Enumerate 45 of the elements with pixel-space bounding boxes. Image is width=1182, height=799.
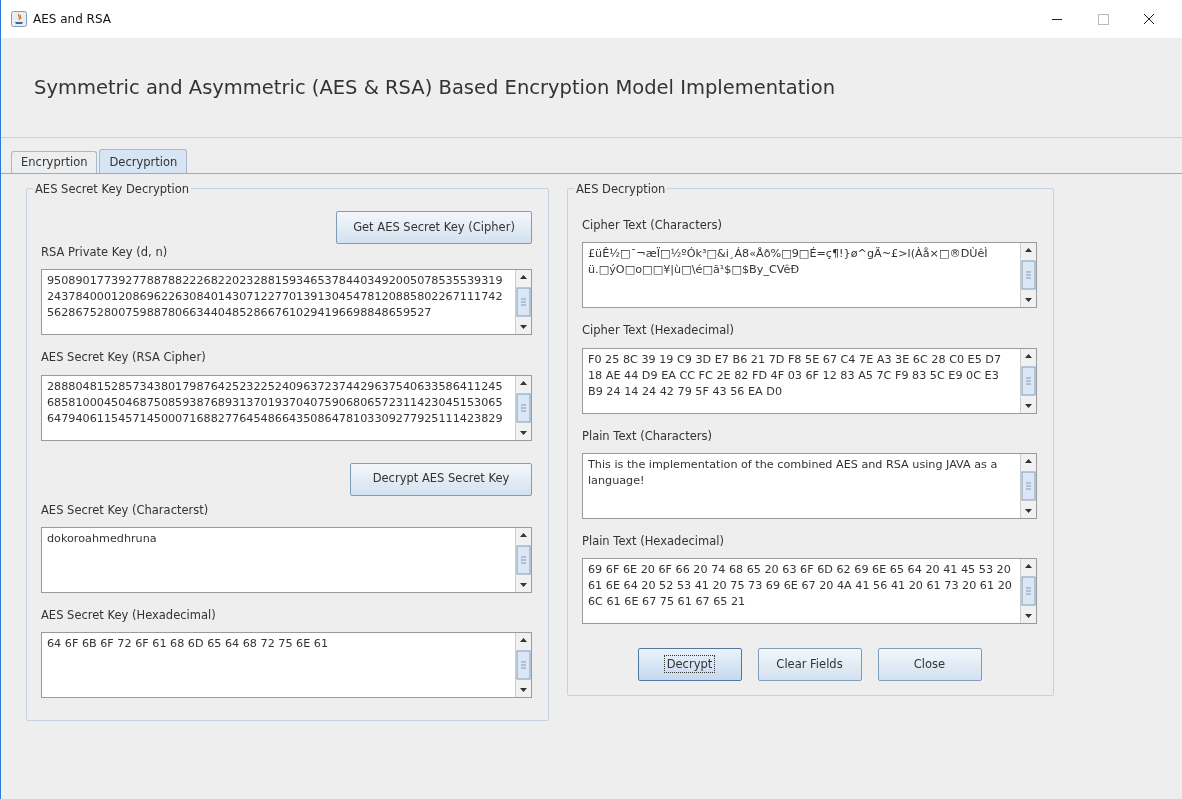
- field-label: RSA Private Key (d, n): [41, 244, 169, 261]
- field-label: Plain Text (Characters): [582, 427, 713, 445]
- scrollbar[interactable]: [1020, 348, 1036, 413]
- field-label: AES Secret Key (RSA Cipher): [41, 349, 207, 367]
- tab[interactable]: Encryprtion: [11, 150, 98, 173]
- scrollbar[interactable]: [515, 527, 531, 592]
- text-area[interactable]: 9508901773927788788222682202328815934653784403492005078535539319 2437840001208696226308401430712277013913045478120885802267111742 562867528007598878066344048528667610294196698848659527: [41, 269, 532, 336]
- scrollbar[interactable]: [1020, 453, 1036, 518]
- text-area[interactable]: 69 6F 6E 20 6F 66 20 74 68 65 20 63 6F 6D 62 69 6E 65 64 20 41 45 53 20 61 6E 64 20 52 53 41 20 75 73 69 6E 67 20 4A 41 56 41 20 61 73 20 61 20 6C 61 6E 67 75 61 67 65 21: [582, 558, 1037, 624]
- scrollbar[interactable]: [515, 375, 531, 440]
- text-area[interactable]: £üÊ½□¯¬æÏ□½ºÓk³□&i¸Á8«Åð%□9□É=ç¶!}ø^gÄ~£>l(Àå×□®DÙêÌ ü.□ýO□o□□¥|ù□\é□ã¹$□$By_CVêÐ: [582, 242, 1037, 309]
- close-icon[interactable]: [1143, 13, 1155, 25]
- scrollbar[interactable]: [1020, 243, 1036, 308]
- tab[interactable]: Decryprtion: [99, 148, 188, 173]
- button[interactable]: Clear Fields: [757, 648, 862, 681]
- field-label: AES Secret Key (Characterst): [41, 501, 210, 519]
- field-label: Cipher Text (Characters): [582, 217, 723, 234]
- group-title: AES Secret Key Decryption: [33, 181, 192, 199]
- window-title: AES and RSA: [33, 11, 111, 28]
- button[interactable]: Get AES Secret Key (Cipher): [336, 211, 532, 244]
- button[interactable]: Close: [877, 648, 982, 681]
- scrollbar[interactable]: [515, 270, 531, 335]
- text-area[interactable]: F0 25 8C 39 19 C9 3D E7 B6 21 7D F8 5E 67 C4 7E A3 3E 6C 28 C0 E5 D7 18 AE 44 D9 EA CC FC 2E 82 FD 4F 03 6F 12 83 A5 7C F9 83 5C E9 0C E3 B9 24 14 24 42 79 5F 43 56 EA D0: [582, 347, 1037, 414]
- scroll-thumb[interactable]: [1021, 470, 1036, 501]
- scroll-thumb[interactable]: [516, 392, 531, 423]
- scroll-thumb[interactable]: [1021, 576, 1036, 606]
- scrollbar[interactable]: [1020, 559, 1036, 623]
- field-label: Cipher Text (Hexadecimal): [582, 322, 735, 340]
- scroll-thumb[interactable]: [516, 544, 531, 575]
- app-heading: Symmetric and Asymmetric (AES & RSA) Based Encryption Model Implementation: [34, 74, 836, 101]
- button[interactable]: Decrypt: [637, 648, 742, 681]
- group-title: AES Decryption: [574, 181, 668, 199]
- text-area[interactable]: dokoroahmedhruna: [41, 526, 532, 593]
- button[interactable]: Decrypt AES Secret Key: [350, 462, 532, 496]
- field-label: Plain Text (Hexadecimal): [582, 532, 725, 550]
- app-icon: [11, 11, 27, 27]
- scroll-thumb[interactable]: [516, 650, 531, 680]
- text-area[interactable]: 64 6F 6B 6F 72 6F 61 68 6D 65 64 68 72 75 6E 61: [41, 632, 532, 698]
- scroll-thumb[interactable]: [516, 287, 531, 318]
- text-area[interactable]: 2888048152857343801798764252322524096372374429637540633586411245 6858100045046875085938768931370193704075906806572311423045153065 6479406115457145000716882776454866435086478103309277925111423829: [41, 374, 532, 441]
- text-area[interactable]: This is the implementation of the combined AES and RSA using JAVA as a language!: [582, 452, 1037, 519]
- field-label: AES Secret Key (Hexadecimal): [41, 606, 217, 624]
- scrollbar[interactable]: [515, 633, 531, 697]
- scroll-thumb[interactable]: [1021, 260, 1036, 291]
- scroll-thumb[interactable]: [1021, 365, 1036, 396]
